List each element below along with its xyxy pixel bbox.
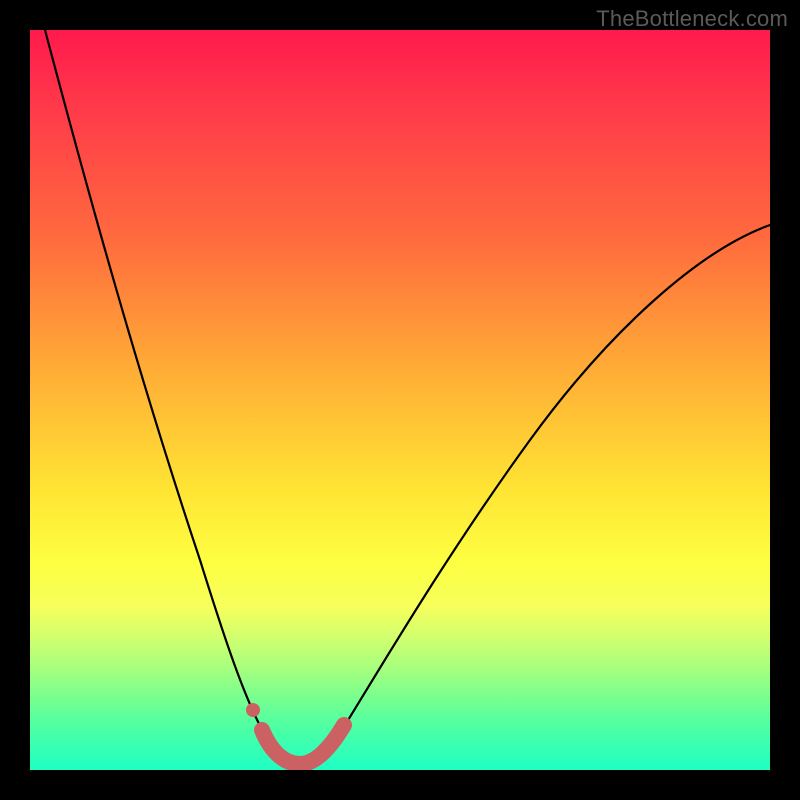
optimal-range-highlight (262, 725, 344, 764)
chart-plot-area (30, 30, 770, 770)
bottleneck-curve (30, 30, 770, 770)
watermark-text: TheBottleneck.com (596, 6, 788, 32)
curve-path (45, 30, 770, 764)
marker-dot (246, 703, 260, 717)
